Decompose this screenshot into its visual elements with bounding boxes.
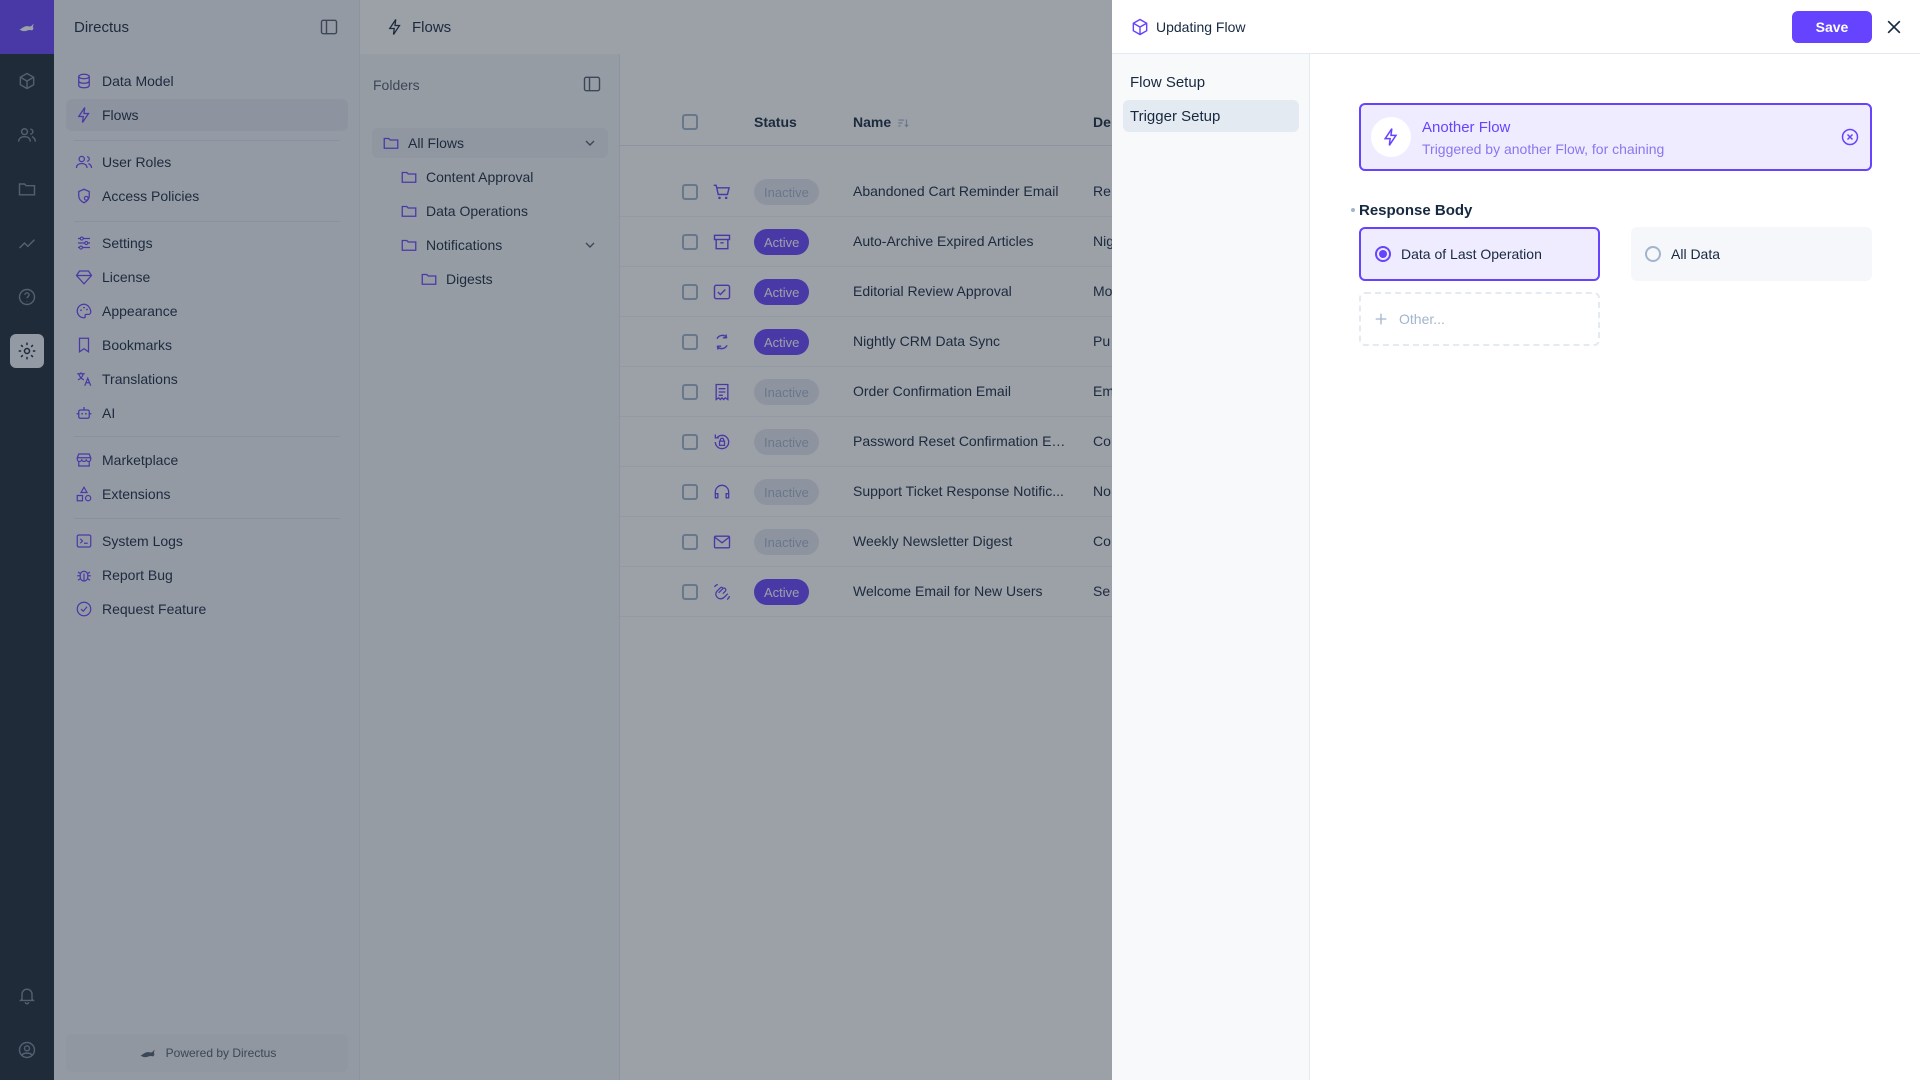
clear-trigger-icon[interactable] (1840, 127, 1860, 147)
radio-label: Data of Last Operation (1401, 246, 1542, 262)
trigger-icon-wrap (1371, 117, 1411, 157)
updating-flow-drawer: Updating Flow Save Flow Setup Trigger Se… (1112, 0, 1920, 1080)
response-body-label: Response Body (1359, 202, 1473, 219)
trigger-name: Another Flow (1422, 119, 1511, 136)
trigger-description: Triggered by another Flow, for chaining (1422, 141, 1665, 157)
plus-icon (1375, 313, 1387, 325)
radio-indicator (1645, 246, 1661, 262)
drawer-tabs: Flow Setup Trigger Setup (1112, 54, 1310, 1080)
drawer-title: Updating Flow (1156, 18, 1246, 35)
radio-data-of-last-operation[interactable]: Data of Last Operation (1359, 227, 1600, 281)
radio-all-data[interactable]: All Data (1631, 227, 1872, 281)
tab-flow-setup[interactable]: Flow Setup (1123, 66, 1299, 98)
other-option-input[interactable]: Other... (1359, 292, 1600, 346)
required-indicator (1351, 208, 1355, 212)
radio-indicator (1375, 246, 1391, 262)
close-icon[interactable] (1884, 17, 1904, 37)
other-placeholder: Other... (1399, 311, 1445, 327)
drawer-backdrop[interactable] (0, 0, 1112, 1080)
save-button[interactable]: Save (1792, 11, 1872, 43)
tab-trigger-setup[interactable]: Trigger Setup (1123, 100, 1299, 132)
bolt-icon (1383, 128, 1398, 146)
radio-label: All Data (1671, 246, 1721, 262)
trigger-card[interactable]: Another Flow Triggered by another Flow, … (1359, 103, 1872, 171)
cube-icon (1132, 18, 1148, 35)
